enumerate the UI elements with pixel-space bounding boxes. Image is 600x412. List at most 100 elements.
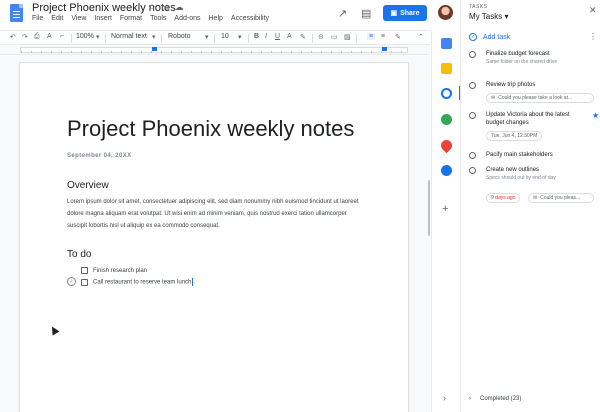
comment-icon[interactable]: ▭ — [331, 33, 338, 41]
completed-label: Completed (23) — [480, 396, 522, 402]
menu-accessibility[interactable]: Accessibility — [231, 15, 269, 22]
menu-insert[interactable]: Insert — [94, 15, 112, 22]
activity-trend-icon[interactable]: ↗ — [338, 7, 347, 20]
document-page[interactable]: Project Phoenix weekly notes September 0… — [20, 63, 408, 412]
email-chip[interactable]: ✉ Could you pleas... — [528, 193, 594, 203]
text-caret — [192, 278, 194, 286]
menu-format[interactable]: Format — [120, 15, 142, 22]
paint-format-icon[interactable]: ⌐ — [60, 33, 64, 40]
share-label: Share — [400, 9, 420, 17]
folder-icon[interactable]: ▭ — [161, 2, 170, 13]
task-title: Update Victoria about the latest budget … — [486, 112, 570, 126]
checkbox[interactable] — [81, 278, 88, 286]
todo-heading[interactable]: To do — [67, 249, 91, 260]
comments-icon[interactable]: ▤ — [361, 7, 371, 20]
chevron-right-icon[interactable]: › — [443, 393, 446, 403]
document-date[interactable]: September 04, 20XX — [67, 153, 132, 159]
font-size-select[interactable]: 10 — [221, 33, 229, 40]
add-task-button[interactable]: ✓ Add task — [469, 33, 510, 41]
overdue-chip[interactable]: 9 days ago — [486, 193, 521, 203]
todo-item[interactable]: Call restaurant to reserve team lunch — [81, 278, 194, 286]
check-circle-icon: ✓ — [469, 33, 477, 41]
align-left-icon[interactable]: ≡ — [367, 33, 376, 40]
checkbox[interactable] — [81, 267, 88, 274]
image-icon[interactable]: ▨ — [344, 33, 351, 41]
share-button[interactable]: ▣ Share — [383, 5, 427, 21]
tasks-icon[interactable] — [441, 88, 452, 99]
scrollbar[interactable] — [428, 180, 430, 236]
redo-icon[interactable]: ↷ — [22, 33, 28, 41]
overview-paragraph[interactable]: Lorem ipsum dolor sit amet, consectetuer… — [67, 196, 367, 232]
chevron-down-icon: ▾ — [205, 34, 209, 41]
docs-logo-icon[interactable] — [10, 4, 23, 22]
task-complete-radio[interactable] — [469, 167, 476, 174]
menu-addons[interactable]: Add-ons — [174, 15, 200, 22]
email-chip[interactable]: ✉ Could you please take a look at... — [486, 93, 594, 103]
add-to-tasks-icon[interactable]: ✓ — [67, 277, 76, 286]
menu-file[interactable]: File — [32, 15, 43, 22]
task-title: Pacify main stakeholders — [486, 152, 553, 158]
align-center-icon[interactable]: ≡ — [381, 33, 385, 40]
menu-view[interactable]: View — [71, 15, 86, 22]
style-select[interactable]: Normal text — [111, 33, 147, 40]
keep-icon[interactable] — [441, 63, 452, 74]
task-complete-radio[interactable] — [469, 112, 476, 119]
todo-text: Call restaurant to reserve team lunch — [93, 278, 194, 286]
task-note: Specs should out by end of day — [486, 175, 556, 181]
lock-icon: ▣ — [390, 10, 398, 17]
chevron-down-icon: ▾ — [504, 12, 509, 21]
bold-icon[interactable]: B — [254, 33, 259, 40]
avatar[interactable] — [438, 5, 453, 20]
contacts-icon[interactable] — [441, 114, 452, 125]
menu-help[interactable]: Help — [209, 15, 223, 22]
task-complete-radio[interactable] — [469, 82, 476, 89]
add-addon-icon[interactable]: + — [442, 203, 448, 215]
link-icon[interactable]: ⊝ — [318, 33, 324, 41]
date-chip[interactable]: Tue, Jun 4, 12:30PM — [486, 131, 543, 141]
task-list-select[interactable]: My Tasks ▾ — [469, 12, 508, 21]
side-panel-strip: + › — [431, 30, 461, 412]
star-icon[interactable]: ☆ — [148, 2, 156, 13]
close-icon[interactable]: ✕ — [589, 5, 597, 16]
add-task-label: Add task — [483, 33, 511, 41]
right-margin-marker[interactable] — [382, 47, 387, 51]
cloud-icon[interactable]: ☁ — [175, 2, 184, 13]
star-icon[interactable]: ★ — [592, 111, 599, 120]
print-icon[interactable]: ⎙ — [34, 33, 40, 41]
completed-toggle[interactable]: › Completed (23) — [469, 396, 521, 402]
tasks-label: TASKS — [469, 4, 488, 10]
italic-icon[interactable]: I — [265, 33, 267, 40]
overview-heading[interactable]: Overview — [67, 180, 109, 191]
collapse-toolbar-icon[interactable]: ⌃ — [418, 33, 424, 41]
underline-icon[interactable]: U — [275, 33, 280, 40]
task-complete-radio[interactable] — [469, 152, 476, 159]
title-icons: ☆ ▭ ☁ — [148, 2, 184, 13]
calendar-icon[interactable] — [441, 38, 452, 49]
menu-bar: File Edit View Insert Format Tools Add-o… — [32, 15, 269, 22]
highlight-icon[interactable]: ✎ — [300, 33, 306, 41]
chevron-down-icon: ▾ — [96, 34, 100, 41]
chevron-down-icon: ▾ — [152, 34, 156, 41]
edit-mode-icon[interactable]: ✎ — [395, 33, 401, 41]
chevron-right-icon: › — [469, 396, 471, 402]
task-note: Same folder on the shared drive — [486, 59, 558, 65]
menu-tools[interactable]: Tools — [150, 15, 166, 22]
people-icon[interactable] — [441, 165, 452, 176]
zoom-select[interactable]: 100% — [76, 33, 94, 40]
mail-icon: ✉ — [491, 95, 496, 101]
indent-marker[interactable] — [152, 47, 157, 51]
tasks-panel: TASKS My Tasks ▾ ✕ ✓ Add task ⋮ Finalize… — [460, 0, 600, 412]
font-select[interactable]: Roboto — [168, 33, 191, 40]
document-heading[interactable]: Project Phoenix weekly notes — [67, 116, 354, 142]
text-color-icon[interactable]: A — [287, 33, 292, 40]
ruler — [0, 45, 430, 55]
todo-text: Finish research plan — [93, 267, 148, 274]
task-complete-radio[interactable] — [469, 51, 476, 58]
spellcheck-icon[interactable]: A — [47, 33, 52, 40]
mail-icon: ✉ — [533, 195, 538, 201]
undo-icon[interactable]: ↶ — [10, 33, 16, 41]
more-options-icon[interactable]: ⋮ — [589, 32, 597, 41]
menu-edit[interactable]: Edit — [51, 15, 63, 22]
maps-icon[interactable] — [438, 137, 455, 154]
todo-item[interactable]: Finish research plan — [81, 267, 147, 274]
